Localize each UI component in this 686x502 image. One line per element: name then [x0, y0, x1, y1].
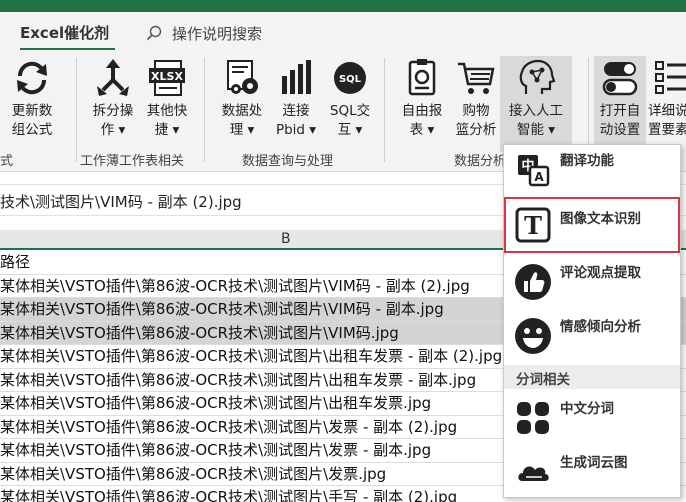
toggle-switch-icon — [598, 56, 642, 100]
button-label-line1: 接入人工 — [509, 103, 563, 119]
button-label-line1: 购物 — [462, 103, 490, 119]
group-label-workbook: 工作薄工作表相关 — [80, 154, 185, 169]
xlsx-icon-text: XLSX — [151, 70, 183, 83]
menu-section-label: 分词相关 — [516, 372, 570, 388]
translate-icon-char-a: A — [534, 170, 544, 184]
smiley-icon — [514, 317, 552, 355]
sql-icon-text: SQL — [339, 74, 362, 85]
data-processing-button[interactable]: 数据处理 ▾ — [212, 56, 272, 152]
split-operation-button[interactable]: 拆分操作 ▾ — [83, 56, 143, 152]
detail-settings-button[interactable]: 详细说 置要素 — [648, 56, 686, 152]
connect-pbid-button[interactable]: 连接 Pbid ▾ — [266, 56, 326, 152]
free-report-button[interactable]: 自由报表 ▾ — [392, 56, 452, 152]
button-label-line1: 自由报 — [401, 103, 443, 119]
menu-item-label: 生成词云图 — [560, 455, 628, 471]
text-recognition-icon: T — [514, 206, 552, 244]
menu-item-chinese-segmentation[interactable]: 中文分词 — [504, 393, 680, 443]
button-label-line2: 互 ▾ — [337, 122, 363, 138]
button-label-line2: 理 ▾ — [229, 122, 255, 138]
button-label-line2: 动设置 — [599, 122, 641, 138]
menu-item-label: 翻译功能 — [560, 153, 614, 169]
cloud-icon — [514, 453, 552, 491]
button-label-line1: 数据处 — [221, 103, 263, 119]
auto-settings-button[interactable]: 打开自 动设置 — [594, 56, 646, 152]
group-separator — [384, 58, 385, 162]
button-label-line2: 置要素 — [648, 122, 686, 138]
menu-item-image-text-recognition[interactable]: T 图像文本识别 — [504, 197, 680, 253]
menu-item-label: 图像文本识别 — [560, 211, 641, 227]
button-label-line2: 作 ▾ — [100, 122, 126, 138]
report-clipboard-icon — [400, 56, 444, 100]
list-icon — [648, 56, 686, 100]
menu-item-translate[interactable]: 中A 翻译功能 — [504, 145, 680, 195]
ribbon-tab-row: Excel催化剂 操作说明搜索 — [0, 12, 686, 51]
menu-section-header: 分词相关 — [504, 365, 680, 389]
button-label-line1: 连接 — [282, 103, 310, 119]
button-label-line2: 智能 ▾ — [516, 122, 556, 138]
button-label-line1: 其他快 — [146, 103, 188, 119]
menu-item-label: 情感倾向分析 — [560, 319, 641, 335]
tell-me-search[interactable]: 操作说明搜索 — [146, 23, 262, 43]
search-label: 操作说明搜索 — [172, 24, 263, 43]
button-label-line2: Pbid ▾ — [275, 122, 317, 138]
button-label-line2: 组公式 — [11, 122, 53, 138]
power-bi-icon — [274, 56, 318, 100]
sql-interaction-button[interactable]: SQL SQL交互 ▾ — [320, 56, 380, 152]
ai-access-button[interactable]: 接入人工智能 ▾ — [500, 56, 572, 152]
other-shortcuts-button[interactable]: XLSX 其他快捷 ▾ — [137, 56, 197, 152]
menu-item-opinion-extraction[interactable]: 评论观点提取 — [504, 257, 680, 307]
menu-item-label: 中文分词 — [560, 401, 614, 417]
button-label-line2: 篮分析 — [455, 122, 497, 138]
update-array-formula-button[interactable]: 更新数 组公式 — [2, 56, 62, 152]
button-label-line1: 详细说 — [648, 103, 686, 119]
group-separator — [204, 58, 205, 162]
button-label-line1: 更新数 — [11, 103, 53, 119]
ai-dropdown-menu: 中A 翻译功能 T 图像文本识别 评论观点提取 情感倾向分析 分词相关 中文分词 — [503, 144, 681, 498]
group-separator — [76, 58, 77, 162]
ai-head-icon — [514, 56, 558, 100]
split-arrows-icon — [91, 56, 135, 100]
sql-icon: SQL — [328, 56, 372, 100]
menu-item-word-cloud[interactable]: 生成词云图 — [504, 447, 680, 497]
button-label-line2: 表 ▾ — [409, 122, 435, 138]
column-header-label: B — [281, 231, 291, 247]
button-label-line1: 打开自 — [599, 103, 641, 119]
group-label-data-query: 数据查询与处理 — [242, 154, 334, 169]
data-gear-icon — [220, 56, 264, 100]
grid-icon — [514, 399, 552, 437]
refresh-icon — [10, 56, 54, 100]
title-bar-strip — [0, 0, 686, 12]
shopping-cart-icon — [454, 56, 498, 100]
thumbs-up-icon — [514, 263, 552, 301]
group-label-formula: 式 — [0, 154, 14, 169]
button-label-line1: SQL交 — [329, 103, 371, 119]
xlsx-file-icon: XLSX — [145, 56, 189, 100]
basket-analysis-button[interactable]: 购物 篮分析 — [446, 56, 506, 152]
menu-item-sentiment-analysis[interactable]: 情感倾向分析 — [504, 311, 680, 361]
ocr-icon-char: T — [524, 211, 542, 240]
button-label-line2: 捷 ▾ — [154, 122, 180, 138]
group-label-data-analysis: 数据分析 — [454, 154, 507, 169]
tab-excel-catalyst[interactable]: Excel催化剂 — [20, 22, 109, 43]
formula-bar-text: 技术\测试图片\VIM码 - 副本 (2).jpg — [0, 193, 242, 211]
search-icon — [146, 25, 162, 41]
menu-item-label: 评论观点提取 — [560, 265, 641, 281]
button-label-line1: 拆分操 — [92, 103, 134, 119]
translate-icon: 中A — [514, 151, 552, 189]
